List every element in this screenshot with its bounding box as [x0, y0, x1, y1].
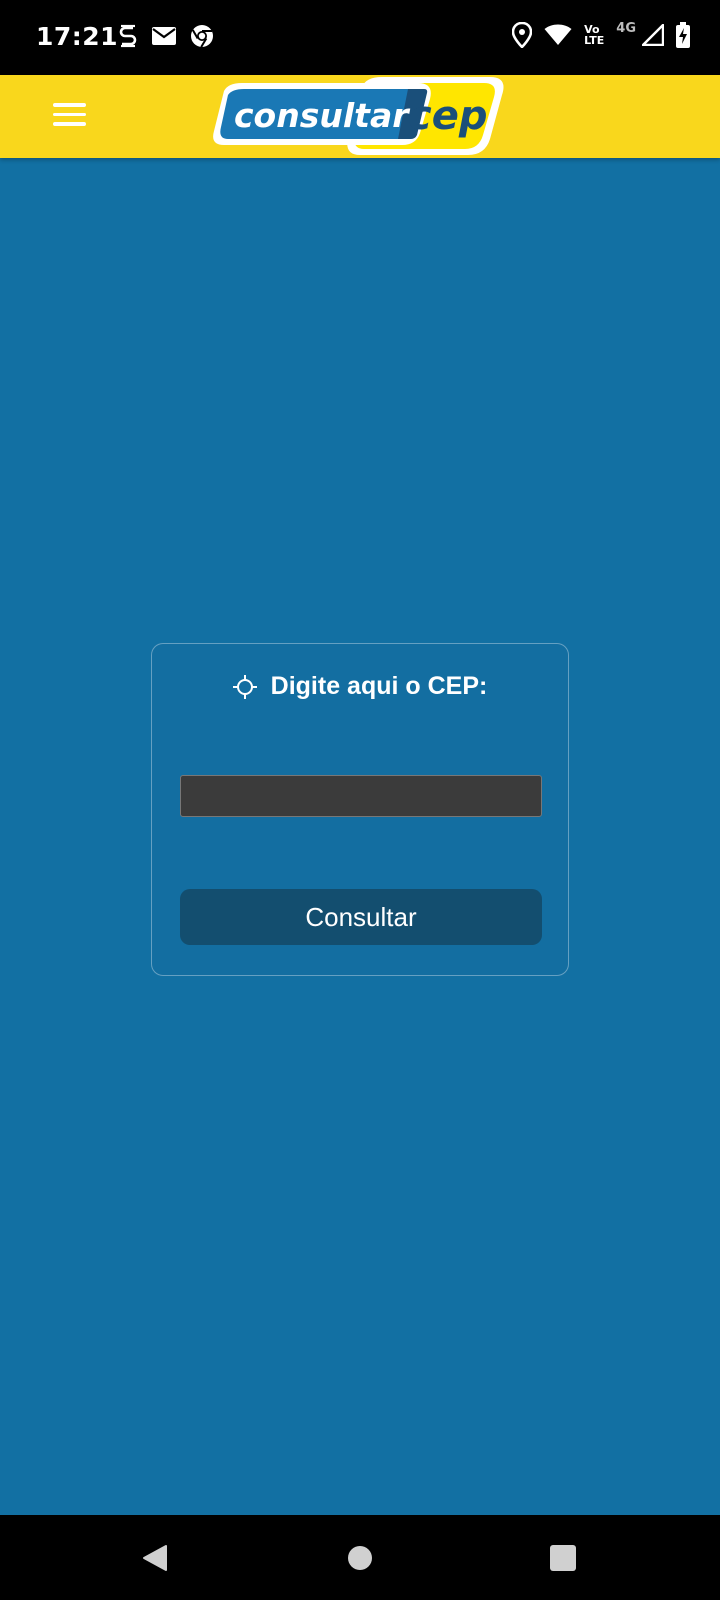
- screen: 17:21 Vo LTE 4G consultar cep Digite aqu…: [0, 0, 720, 1600]
- consultar-button[interactable]: Consultar: [180, 889, 542, 945]
- card-title: Digite aqui o CEP:: [152, 672, 568, 701]
- crosshair-icon: [232, 674, 257, 699]
- cep-input[interactable]: [180, 775, 542, 817]
- consultar-cep-logo[interactable]: consultar cep: [212, 77, 508, 157]
- status-bar: 17:21 Vo LTE 4G: [0, 0, 720, 75]
- hamburger-menu-icon[interactable]: [53, 103, 86, 129]
- volte-bottom-text: LTE: [584, 34, 605, 47]
- recents-icon[interactable]: [528, 1515, 598, 1600]
- status-left-icons: [118, 24, 214, 48]
- s-notification-icon: [118, 24, 138, 48]
- card-title-text: Digite aqui o CEP:: [270, 672, 488, 700]
- cep-search-card: Digite aqui o CEP: Consultar: [151, 643, 569, 976]
- logo-text-cep: cep: [408, 93, 487, 139]
- mail-icon: [152, 27, 176, 45]
- battery-charging-icon: [676, 22, 690, 48]
- status-time: 17:21: [36, 22, 119, 51]
- navigation-bar: [0, 1515, 720, 1600]
- logo-text-consultar: consultar: [234, 96, 410, 135]
- chrome-icon: [190, 24, 214, 48]
- home-icon[interactable]: [325, 1515, 395, 1600]
- main-content: Digite aqui o CEP: Consultar: [0, 158, 720, 1515]
- signal-icon: [642, 24, 664, 46]
- app-header: consultar cep: [0, 75, 720, 158]
- wifi-icon: [544, 24, 572, 46]
- back-icon[interactable]: [120, 1515, 190, 1600]
- location-icon: [512, 22, 533, 48]
- network-type-label: 4G: [616, 20, 636, 36]
- volte-icon: Vo LTE: [584, 24, 604, 46]
- status-right-icons: Vo LTE 4G: [512, 20, 690, 48]
